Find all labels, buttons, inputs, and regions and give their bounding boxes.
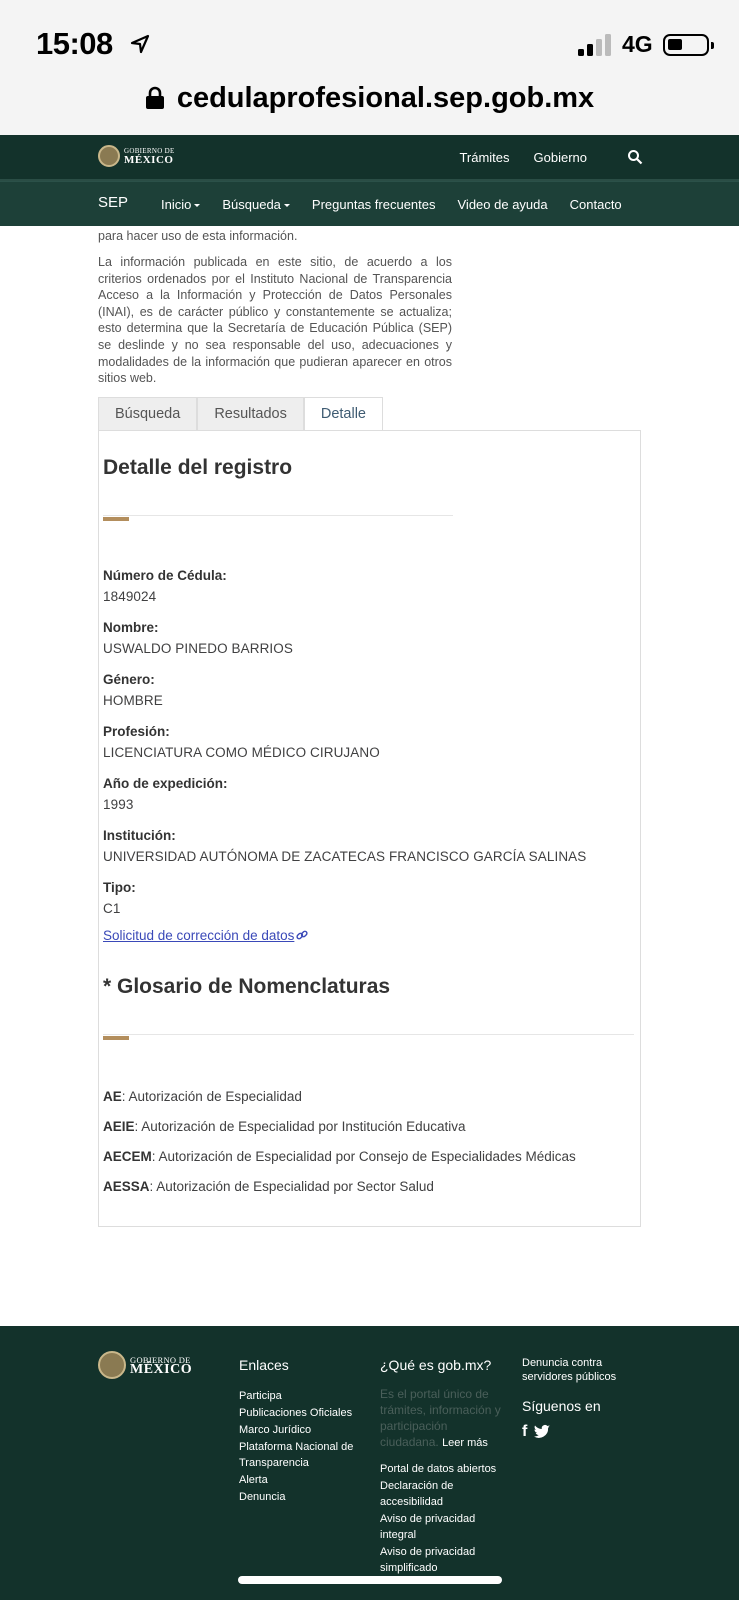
- intro-line: para hacer uso de esta información.: [98, 229, 298, 243]
- tramites-link[interactable]: Trámites: [459, 150, 509, 165]
- glossary-item: AECEM: Autorización de Especialidad por …: [103, 1148, 576, 1164]
- address-bar[interactable]: cedulaprofesional.sep.gob.mx: [0, 74, 739, 122]
- status-time: 15:08: [36, 26, 113, 61]
- field-label: Género:: [103, 671, 155, 687]
- field-nombre: Nombre: USWALDO PINEDO BARRIOS: [103, 620, 636, 656]
- battery-icon: [663, 34, 714, 56]
- footer-que-es: ¿Qué es gob.mx? Es el portal único de tr…: [380, 1356, 504, 1577]
- footer-link-accesibilidad[interactable]: Declaración de accesibilidad: [380, 1478, 504, 1510]
- tab-resultados[interactable]: Resultados: [197, 396, 304, 431]
- field-value: 1849024: [103, 588, 157, 604]
- field-label: Número de Cédula:: [103, 567, 227, 583]
- footer-link-participa[interactable]: Participa: [239, 1388, 357, 1404]
- footer-enlaces: Enlaces Participa Publicaciones Oficiale…: [239, 1356, 357, 1506]
- footer-link-marco[interactable]: Marco Jurídico: [239, 1422, 357, 1438]
- main-content: para hacer uso de esta información. La i…: [98, 226, 641, 1227]
- gob-mx-logo[interactable]: GOBIERNO DE MÉXICO: [98, 145, 175, 167]
- seal-icon: [98, 1351, 126, 1379]
- cellular-signal-icon: [578, 34, 614, 56]
- site-footer: GOBIERNO DE MÉXICO Enlaces Participa Pub…: [0, 1326, 739, 1600]
- field-value: C1: [103, 900, 121, 916]
- field-label: Tipo:: [103, 879, 136, 895]
- glossary-item: AESSA: Autorización de Especialidad por …: [103, 1178, 434, 1194]
- home-indicator[interactable]: [238, 1576, 502, 1584]
- footer-gob-mx-logo[interactable]: GOBIERNO DE MÉXICO: [98, 1351, 192, 1379]
- glossary-underline: [103, 1033, 636, 1041]
- siguenos-title: Síguenos en: [522, 1398, 601, 1414]
- field-label: Profesión:: [103, 723, 170, 739]
- nav-item-inicio[interactable]: Inicio: [161, 197, 201, 212]
- browser-chrome: 15:08 4G cedulaprofesional.sep.gob.mx: [0, 0, 739, 135]
- tab-detalle[interactable]: Detalle: [303, 396, 383, 431]
- field-value: 1993: [103, 796, 134, 812]
- detail-fields: Número de Cédula: 1849024 Nombre: USWALD…: [103, 568, 636, 943]
- footer-link-denuncia[interactable]: Denuncia: [239, 1489, 357, 1505]
- nav-brand-sep[interactable]: SEP: [98, 194, 128, 211]
- seal-icon: [98, 145, 120, 167]
- gov-header: GOBIERNO DE MÉXICO Trámites Gobierno: [0, 135, 739, 181]
- field-label: Institución:: [103, 827, 176, 843]
- footer-logo-big: MÉXICO: [130, 1362, 193, 1377]
- footer-link-publicaciones[interactable]: Publicaciones Oficiales: [239, 1405, 357, 1421]
- enlaces-title: Enlaces: [239, 1357, 289, 1373]
- tab-bar: Búsqueda Resultados Detalle: [98, 396, 641, 431]
- correction-link-label: Solicitud de corrección de datos: [103, 927, 295, 943]
- tab-busqueda[interactable]: Búsqueda: [98, 396, 198, 431]
- glossary-item: AE: Autorización de Especialidad: [103, 1088, 302, 1104]
- caret-down-icon: [283, 204, 290, 208]
- denuncia-servidores-link[interactable]: Denuncia contra servidores públicos: [522, 1356, 642, 1384]
- location-arrow-icon: [130, 34, 150, 54]
- nav-item-video[interactable]: Video de ayuda: [458, 197, 548, 212]
- footer-social: Denuncia contra servidores públicos Sígu…: [522, 1356, 642, 1440]
- field-cedula: Número de Cédula: 1849024: [103, 568, 636, 604]
- nav-item-contacto[interactable]: Contacto: [570, 197, 622, 212]
- footer-link-privacidad-simplificado[interactable]: Aviso de privacidad simplificado: [380, 1544, 504, 1576]
- field-genero: Género: HOMBRE: [103, 672, 636, 708]
- footer-link-plataforma[interactable]: Plataforma Nacional de Transparencia: [239, 1439, 357, 1471]
- twitter-icon[interactable]: [533, 1424, 551, 1440]
- que-es-title: ¿Qué es gob.mx?: [380, 1357, 492, 1373]
- gobierno-link[interactable]: Gobierno: [534, 150, 587, 165]
- search-icon[interactable]: [627, 149, 643, 165]
- title-underline: [103, 514, 636, 522]
- field-institucion: Institución: UNIVERSIDAD AUTÓNOMA DE ZAC…: [103, 828, 636, 864]
- intro-paragraph: La información publicada en este sitio, …: [98, 255, 452, 386]
- field-label: Nombre:: [103, 619, 159, 635]
- nav-item-preguntas[interactable]: Preguntas frecuentes: [312, 197, 436, 212]
- chain-link-icon: [296, 930, 308, 940]
- facebook-icon[interactable]: f: [522, 1424, 527, 1440]
- glossary-item: AEIE: Autorización de Especialidad por I…: [103, 1118, 466, 1134]
- correction-request-link[interactable]: Solicitud de corrección de datos: [103, 928, 636, 943]
- leer-mas-link[interactable]: Leer más: [442, 1437, 488, 1449]
- lock-icon: [145, 86, 164, 109]
- nav-item-busqueda[interactable]: Búsqueda: [222, 197, 290, 212]
- field-value: USWALDO PINEDO BARRIOS: [103, 640, 293, 656]
- field-profesion: Profesión: LICENCIATURA COMO MÉDICO CIRU…: [103, 724, 636, 760]
- field-anio: Año de expedición: 1993: [103, 776, 636, 812]
- glossary-list: AE: Autorización de Especialidad AEIE: A…: [103, 1089, 636, 1194]
- field-value: LICENCIATURA COMO MÉDICO CIRUJANO: [103, 744, 380, 760]
- footer-link-datos-abiertos[interactable]: Portal de datos abiertos: [380, 1461, 504, 1477]
- footer-link-alerta[interactable]: Alerta: [239, 1472, 357, 1488]
- detail-title: Detalle del registro: [103, 455, 293, 479]
- field-value: UNIVERSIDAD AUTÓNOMA DE ZACATECAS FRANCI…: [103, 848, 587, 864]
- glossary-title: * Glosario de Nomenclaturas: [103, 974, 391, 998]
- footer-link-privacidad-integral[interactable]: Aviso de privacidad integral: [380, 1511, 504, 1543]
- detail-panel: Detalle del registro Número de Cédula: 1…: [98, 429, 641, 1227]
- url-text: cedulaprofesional.sep.gob.mx: [176, 81, 595, 114]
- field-label: Año de expedición:: [103, 775, 228, 791]
- field-tipo: Tipo: C1: [103, 880, 636, 916]
- field-value: HOMBRE: [103, 692, 163, 708]
- main-nav: SEP Inicio Búsqueda Preguntas frecuentes…: [0, 181, 739, 226]
- caret-down-icon: [194, 204, 201, 208]
- logo-big-text: MÉXICO: [124, 154, 174, 166]
- network-type: 4G: [622, 31, 653, 57]
